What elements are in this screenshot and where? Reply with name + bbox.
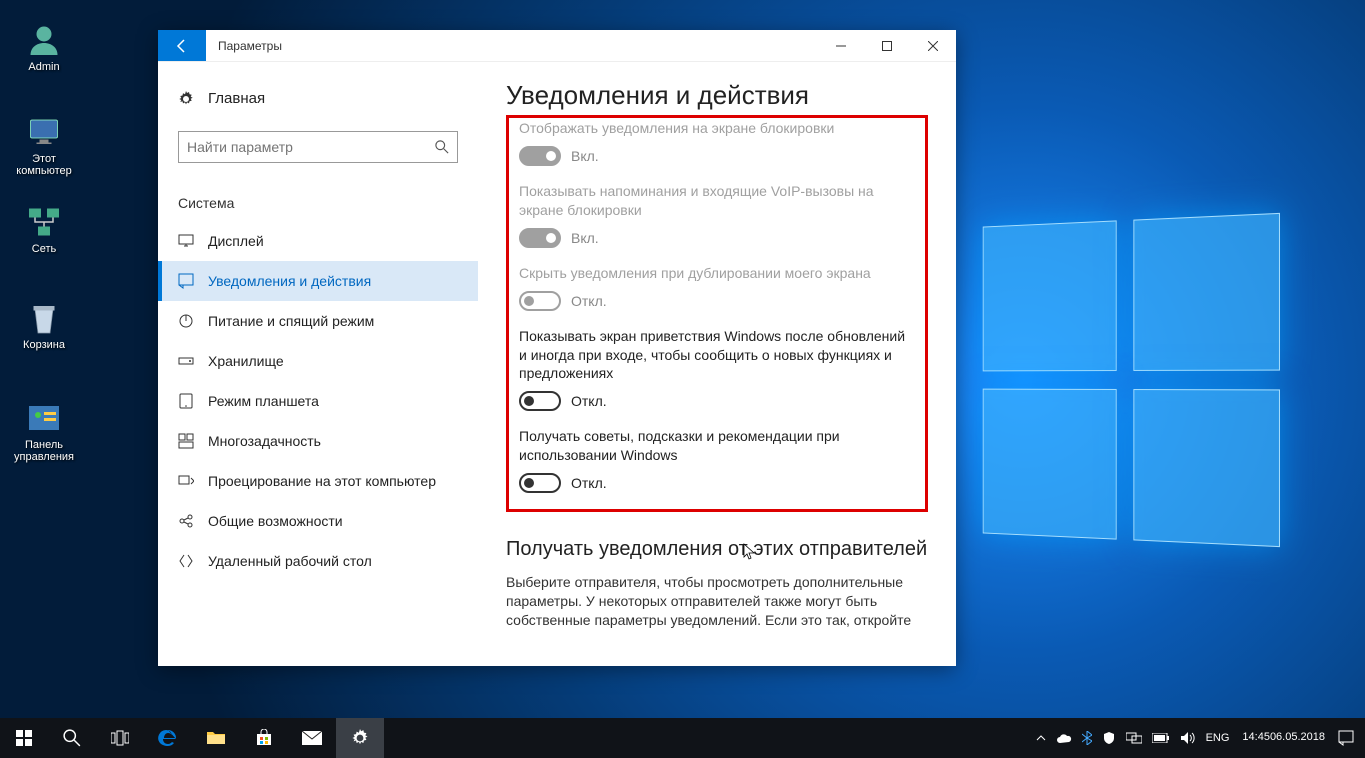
toggle-hide-dup[interactable] [519,291,561,311]
nav-multitask[interactable]: Многозадачность [158,421,478,461]
search-button[interactable] [48,718,96,758]
toggle-state: Откл. [571,475,607,491]
explorer-button[interactable] [192,718,240,758]
toggle-state: Откл. [571,293,607,309]
minimize-button[interactable] [818,30,864,61]
tray-clock[interactable]: 14:4506.05.2018 [1234,718,1333,758]
search-input[interactable] [187,139,435,155]
display-icon [178,233,194,249]
edge-button[interactable] [144,718,192,758]
home-label: Главная [208,90,265,107]
remote-icon [178,553,194,569]
power-icon [178,313,194,329]
shared-icon [178,513,194,529]
settings-window: Параметры Главная Система Дисплей Уведом… [158,30,956,666]
toggle-voip[interactable] [519,228,561,248]
tray-action-center-icon[interactable] [1333,718,1359,758]
desktop-icon-label: Панель управления [14,439,74,463]
nav-display[interactable]: Дисплей [158,221,478,261]
tray-network-icon[interactable] [1121,718,1147,758]
search-icon [435,140,449,154]
setting-label: Показывать напоминания и входящие VoIP-в… [519,182,915,220]
back-button[interactable] [158,30,206,61]
desktop-icon-label: Сеть [32,243,56,255]
toggle-state: Вкл. [571,148,599,164]
store-button[interactable] [240,718,288,758]
setting-label: Получать советы, подсказки и рекомендаци… [519,427,915,465]
desktop-icon-admin[interactable]: Admin [12,22,76,73]
nav-tablet[interactable]: Режим планшета [158,381,478,421]
toggle-state: Вкл. [571,230,599,246]
storage-icon [178,353,194,369]
taskview-button[interactable] [96,718,144,758]
toggle-state: Откл. [571,393,607,409]
gear-icon [178,91,194,107]
tray-time: 14:45 [1242,731,1270,744]
system-tray: ENG 14:4506.05.2018 [1025,718,1365,758]
tablet-icon [178,393,194,409]
close-button[interactable] [910,30,956,61]
nav-label: Питание и спящий режим [208,313,374,329]
tray-chevron-icon[interactable] [1031,718,1051,758]
desktop-icon-recycle-bin[interactable]: Корзина [12,300,76,351]
toggle-lockscreen-notif[interactable] [519,146,561,166]
start-button[interactable] [0,718,48,758]
home-link[interactable]: Главная [158,80,478,117]
nav-power[interactable]: Питание и спящий режим [158,301,478,341]
desktop-icon-label: Корзина [23,339,65,351]
setting-label-cutoff: Отображать уведомления на экране блокиро… [519,120,915,138]
nav-label: Удаленный рабочий стол [208,553,372,569]
page-heading: Уведомления и действия [506,80,928,111]
tray-onedrive-icon[interactable] [1051,718,1077,758]
desktop-icon-control-panel[interactable]: Панель управления [12,400,76,463]
nav-projecting[interactable]: Проецирование на этот компьютер [158,461,478,501]
nav-label: Хранилище [208,353,284,369]
subheading: Получать уведомления от этих отправителе… [506,538,928,561]
titlebar: Параметры [158,30,956,62]
tray-language[interactable]: ENG [1201,718,1235,758]
settings-button[interactable] [336,718,384,758]
windows-logo-art [983,213,1280,547]
desktop-icon-label: Этот компьютер [16,153,71,177]
nav-label: Проецирование на этот компьютер [208,473,436,489]
nav-label: Многозадачность [208,433,321,449]
toggle-welcome[interactable] [519,391,561,411]
tray-battery-icon[interactable] [1147,718,1175,758]
nav-label: Общие возможности [208,513,343,529]
nav-notifications[interactable]: Уведомления и действия [158,261,478,301]
content-pane: Уведомления и действия Отображать уведом… [478,62,956,666]
nav-remote[interactable]: Удаленный рабочий стол [158,541,478,581]
multitask-icon [178,433,194,449]
taskbar: ENG 14:4506.05.2018 [0,718,1365,758]
sidebar-category: Система [158,177,478,221]
maximize-button[interactable] [864,30,910,61]
desktop-icon-label: Admin [28,61,59,73]
nav-label: Режим планшета [208,393,319,409]
highlighted-region: Отображать уведомления на экране блокиро… [506,115,928,512]
desktop-icon-network[interactable]: Сеть [12,204,76,255]
toggle-tips[interactable] [519,473,561,493]
description-paragraph: Выберите отправителя, чтобы просмотреть … [506,573,928,630]
nav-label: Уведомления и действия [208,273,371,289]
setting-label: Скрыть уведомления при дублировании моег… [519,264,915,283]
window-title: Параметры [206,30,818,61]
tray-bluetooth-icon[interactable] [1077,718,1097,758]
mail-button[interactable] [288,718,336,758]
setting-label: Показывать экран приветствия Windows пос… [519,327,915,384]
nav-shared[interactable]: Общие возможности [158,501,478,541]
notification-icon [178,273,194,289]
nav-label: Дисплей [208,233,264,249]
search-box[interactable] [178,131,458,163]
tray-volume-icon[interactable] [1175,718,1201,758]
nav-storage[interactable]: Хранилище [158,341,478,381]
desktop-icon-this-pc[interactable]: Этот компьютер [12,114,76,177]
project-icon [178,473,194,489]
sidebar: Главная Система Дисплей Уведомления и де… [158,62,478,666]
tray-date: 06.05.2018 [1270,731,1325,744]
tray-security-icon[interactable] [1097,718,1121,758]
